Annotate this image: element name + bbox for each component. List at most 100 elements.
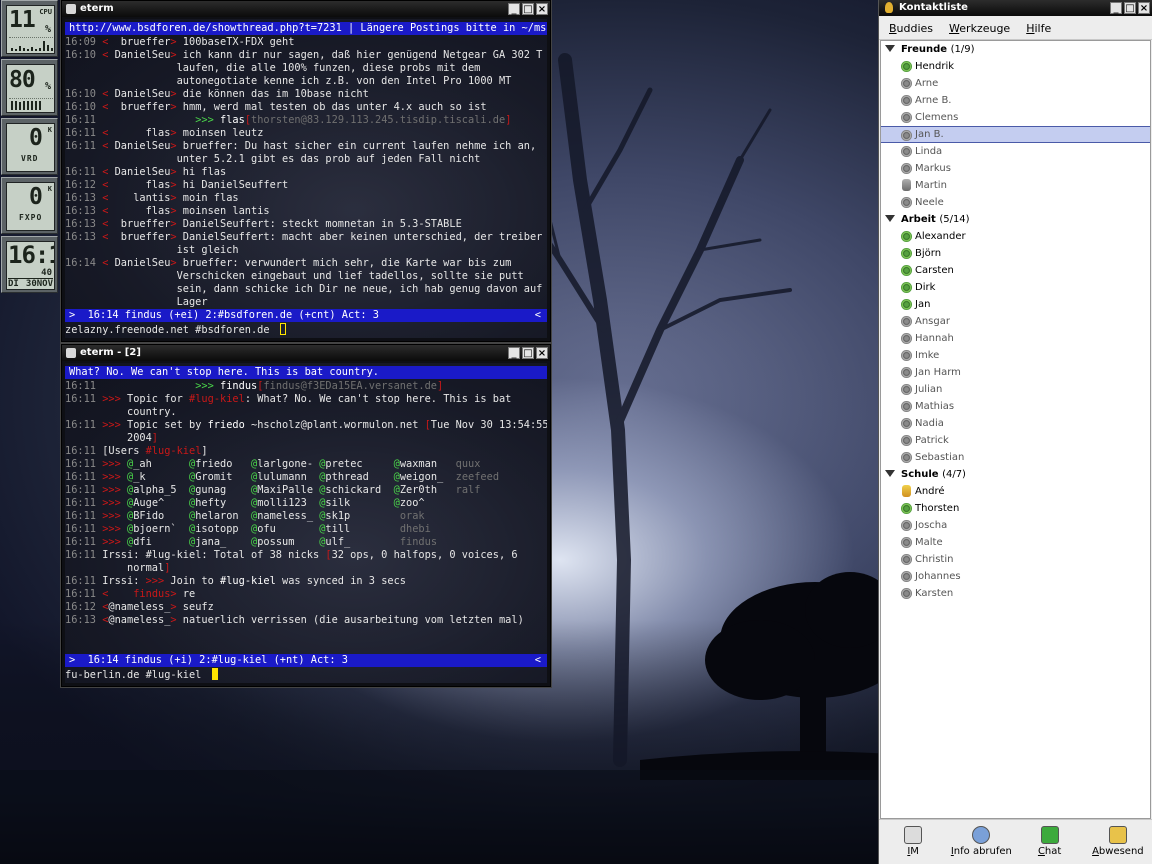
toolbar-label: Info abrufen bbox=[949, 846, 1013, 857]
group-freunde[interactable]: Freunde (1/9) bbox=[881, 41, 1150, 58]
buddy-row[interactable]: Jan bbox=[881, 296, 1150, 313]
minimize-button[interactable]: _ bbox=[1110, 2, 1122, 14]
eterm-titlebar[interactable]: eterm _ □ × bbox=[62, 1, 550, 17]
buddy-row[interactable]: Neele bbox=[881, 194, 1150, 211]
buddy-row[interactable]: Hannah bbox=[881, 330, 1150, 347]
close-button[interactable]: × bbox=[536, 347, 548, 359]
vrd-monitor-dockapp[interactable]: 0 K VRD bbox=[1, 118, 58, 175]
buddy-row[interactable]: Jan B. bbox=[881, 126, 1150, 143]
channel-topic: What? No. We can't stop here. This is ba… bbox=[65, 366, 547, 379]
buddy-row[interactable]: Clemens bbox=[881, 109, 1150, 126]
irc-line: 16:14 < DanielSeu> brueffer: verwundert … bbox=[65, 257, 512, 269]
irssi-status-bar: > 16:14 findus (+i) 2:#lug-kiel (+nt) Ac… bbox=[65, 654, 547, 667]
window-title: eterm - [2] bbox=[80, 347, 141, 358]
buddy-row[interactable]: Markus bbox=[881, 160, 1150, 177]
clock-dockapp[interactable]: 16:14 40 DI 30NOV bbox=[1, 236, 58, 293]
fxpo-monitor-dockapp[interactable]: 0 K FXPO bbox=[1, 177, 58, 234]
scroll-left-arrow[interactable]: < bbox=[535, 654, 541, 667]
buddy-row[interactable]: Carsten bbox=[881, 262, 1150, 279]
maximize-button[interactable]: □ bbox=[1124, 2, 1136, 14]
maximize-button[interactable]: □ bbox=[522, 3, 534, 15]
buddy-row[interactable]: Joscha bbox=[881, 517, 1150, 534]
chat-button[interactable]: Chat bbox=[1018, 826, 1082, 857]
buddy-name: Neele bbox=[915, 197, 944, 208]
buddy-name: Joscha bbox=[915, 520, 948, 531]
aim-man-icon bbox=[902, 485, 911, 497]
buddy-row[interactable]: Malte bbox=[881, 534, 1150, 551]
buddy-row[interactable]: Linda bbox=[881, 143, 1150, 160]
buddy-row[interactable]: Nadia bbox=[881, 415, 1150, 432]
buddy-name: Ansgar bbox=[915, 316, 950, 327]
eterm-titlebar[interactable]: eterm - [2] _ □ × bbox=[62, 345, 550, 361]
info-button[interactable]: Info abrufen bbox=[949, 826, 1013, 857]
irc-line: 16:11 >>> @bjoern` @isotopp @ofu @till d… bbox=[65, 523, 431, 535]
buddy-row[interactable]: Johannes bbox=[881, 568, 1150, 585]
buddy-row[interactable]: Patrick bbox=[881, 432, 1150, 449]
menu-hilfe[interactable]: Hilfe bbox=[1016, 18, 1057, 39]
buddy-row[interactable]: Alexander bbox=[881, 228, 1150, 245]
group-name: Arbeit bbox=[901, 214, 936, 225]
buddy-name: Arne B. bbox=[915, 95, 952, 106]
buddy-row[interactable]: Thorsten bbox=[881, 500, 1150, 517]
expander-icon[interactable] bbox=[885, 45, 895, 52]
terminal-icon bbox=[66, 4, 76, 14]
away-icon bbox=[1108, 826, 1127, 844]
buddy-row[interactable]: Mathias bbox=[881, 398, 1150, 415]
buddy-name: Christin bbox=[915, 554, 954, 565]
irc-line: 16:13 < lantis> moin flas bbox=[65, 192, 239, 204]
eterm-window-lug-kiel[interactable]: eterm - [2] _ □ × What? No. We can't sto… bbox=[61, 344, 551, 687]
memory-unit: % bbox=[44, 81, 51, 92]
icq-flower-icon bbox=[901, 588, 912, 599]
clock-date: 30NOV bbox=[25, 279, 53, 289]
cpu-unit: % bbox=[44, 24, 51, 35]
buddy-row[interactable]: Arne B. bbox=[881, 92, 1150, 109]
buddy-row[interactable]: Dirk bbox=[881, 279, 1150, 296]
scroll-left-arrow[interactable]: < bbox=[535, 309, 541, 322]
expander-icon[interactable] bbox=[885, 470, 895, 477]
buddy-row[interactable]: Karsten bbox=[881, 585, 1150, 602]
buddy-row[interactable]: Martin bbox=[881, 177, 1150, 194]
group-arbeit[interactable]: Arbeit (5/14) bbox=[881, 211, 1150, 228]
minimize-button[interactable]: _ bbox=[508, 347, 520, 359]
buddy-name: Thorsten bbox=[915, 503, 960, 514]
buddy-row[interactable]: Sebastian bbox=[881, 449, 1150, 466]
irc-line: laufen, die alle 100% funzen, diese prob… bbox=[65, 62, 481, 74]
irssi-input-line[interactable]: fu-berlin.de #lug-kiel bbox=[65, 668, 547, 682]
minimize-button[interactable]: _ bbox=[508, 3, 520, 15]
eterm-window-bsdforen[interactable]: eterm _ □ × http://www.bsdforen.de/showt… bbox=[61, 0, 551, 342]
icq-flower-icon bbox=[901, 112, 912, 123]
window-title: eterm bbox=[80, 3, 114, 14]
buddy-row[interactable]: Jan Harm bbox=[881, 364, 1150, 381]
menu-buddies[interactable]: Buddies bbox=[879, 18, 939, 39]
buddy-row[interactable]: Hendrik bbox=[881, 58, 1150, 75]
buddy-row[interactable]: Julian bbox=[881, 381, 1150, 398]
irssi-input-line[interactable]: zelazny.freenode.net #bsdforen.de bbox=[65, 323, 547, 337]
cpu-monitor-dockapp[interactable]: CPU 11 % bbox=[1, 0, 58, 57]
buddy-row[interactable]: Arne bbox=[881, 75, 1150, 92]
close-button[interactable]: × bbox=[1138, 2, 1150, 14]
buddy-row[interactable]: Björn bbox=[881, 245, 1150, 262]
irc-line: 16:13 < brueffer> DanielSeuffert: macht … bbox=[65, 231, 543, 243]
group-name: Schule bbox=[901, 469, 939, 480]
menu-werkzeuge[interactable]: Werkzeuge bbox=[939, 18, 1016, 39]
maximize-button[interactable]: □ bbox=[522, 347, 534, 359]
icq-flower-icon bbox=[901, 452, 912, 463]
group-schule[interactable]: Schule (4/7) bbox=[881, 466, 1150, 483]
expander-icon[interactable] bbox=[885, 215, 895, 222]
buddy-row[interactable]: André bbox=[881, 483, 1150, 500]
contact-list-titlebar[interactable]: Kontaktliste _ □ × bbox=[879, 0, 1152, 16]
im-button[interactable]: IM bbox=[881, 826, 945, 857]
terminal-output[interactable]: What? No. We can't stop here. This is ba… bbox=[65, 363, 547, 683]
close-button[interactable]: × bbox=[536, 3, 548, 15]
terminal-output[interactable]: http://www.bsdforen.de/showthread.php?t=… bbox=[65, 19, 547, 338]
vrd-label: VRD bbox=[21, 154, 39, 163]
buddy-tree[interactable]: Freunde (1/9) Hendrik Arne Arne B. Clemens Ja… bbox=[880, 40, 1151, 819]
buddy-row[interactable]: Imke bbox=[881, 347, 1150, 364]
away-button[interactable]: Abwesend bbox=[1086, 826, 1150, 857]
buddy-name: Nadia bbox=[915, 418, 944, 429]
memory-monitor-dockapp[interactable]: 80 % bbox=[1, 59, 58, 116]
cpu-history-graph bbox=[9, 37, 53, 51]
buddy-row[interactable]: Christin bbox=[881, 551, 1150, 568]
buddy-row[interactable]: Ansgar bbox=[881, 313, 1150, 330]
contact-list-window[interactable]: Kontaktliste _ □ × Buddies Werkzeuge Hilfe… bbox=[878, 0, 1152, 864]
